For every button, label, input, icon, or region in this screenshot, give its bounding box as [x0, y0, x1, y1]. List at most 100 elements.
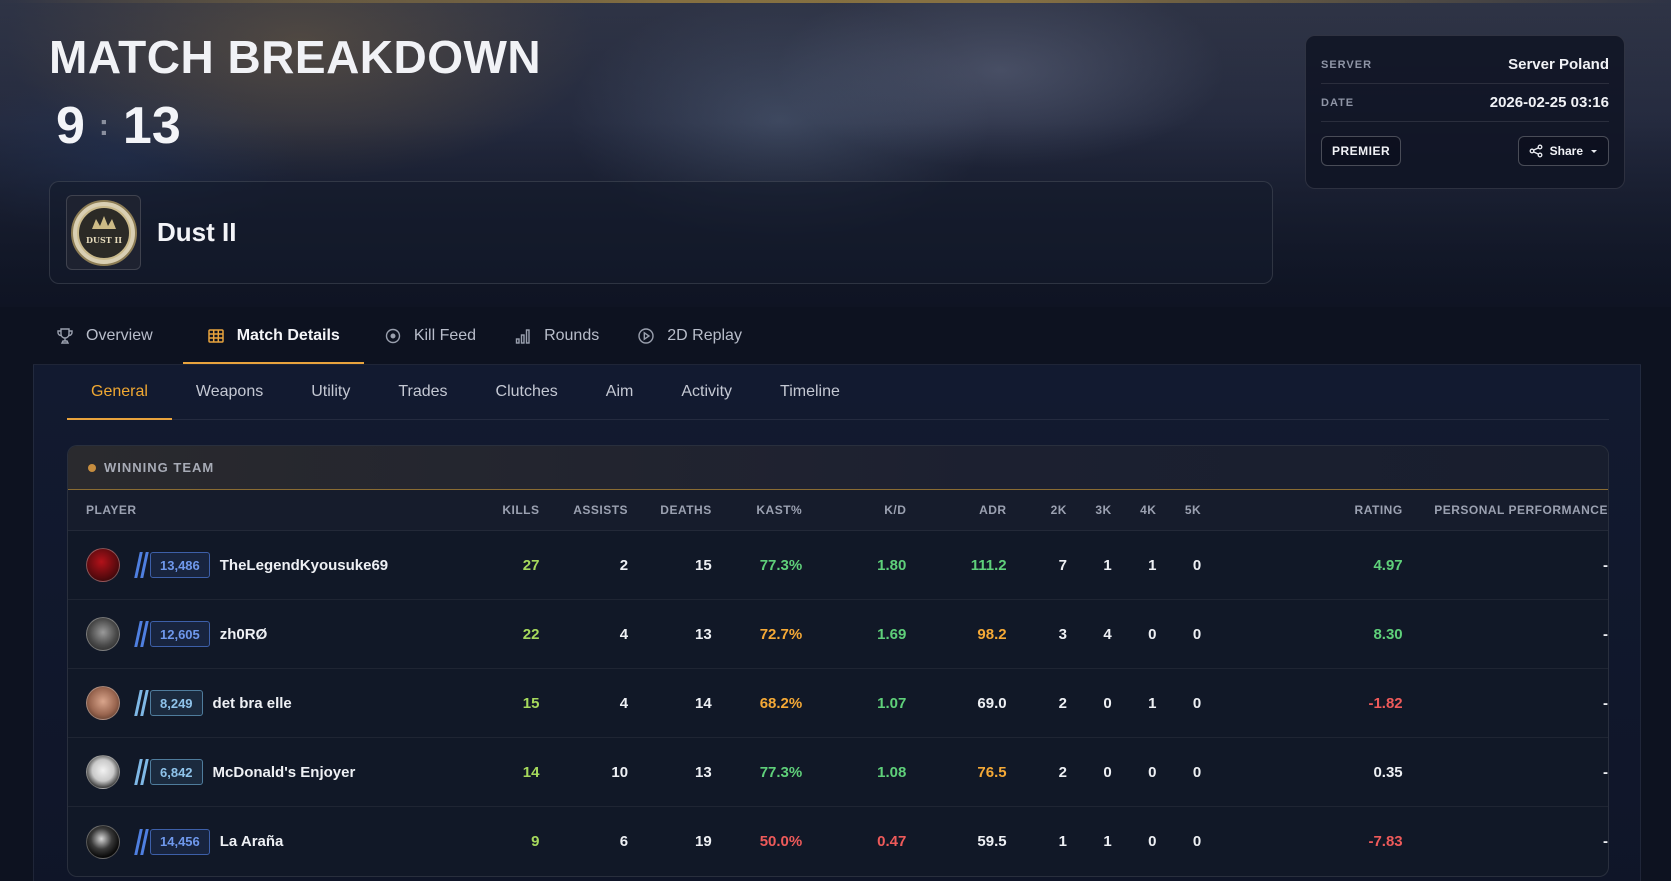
- 4k-cell: 0: [1148, 763, 1157, 781]
- header-player[interactable]: PLAYER: [68, 503, 456, 517]
- player-name[interactable]: det bra elle: [213, 695, 292, 712]
- kast-cell: 50.0%: [759, 833, 803, 850]
- premier-mode-button[interactable]: PREMIER: [1321, 136, 1402, 166]
- 2k-cell: 3: [1058, 625, 1067, 643]
- header-adr[interactable]: ADR: [906, 503, 1006, 517]
- tab-match-details[interactable]: Match Details: [182, 307, 364, 364]
- player-name[interactable]: TheLegendKyousuke69: [220, 557, 388, 574]
- 5k-cell: 0: [1192, 833, 1202, 850]
- main-tabs: Overview Match Details Kill Feed Rounds …: [0, 307, 1671, 364]
- 4k-cell: 1: [1148, 694, 1157, 712]
- tab-kill-feed[interactable]: Kill Feed: [380, 307, 494, 364]
- kills-cell: 9: [531, 833, 540, 850]
- avatar[interactable]: [86, 824, 120, 859]
- adr-cell: 111.2: [970, 556, 1007, 574]
- 2k-cell: 1: [1058, 833, 1067, 850]
- map-name: Dust II: [157, 217, 237, 247]
- assists-cell: 6: [619, 833, 629, 850]
- header-rating[interactable]: RATING: [1201, 503, 1403, 517]
- kd-cell: 1.08: [877, 763, 907, 781]
- kd-cell: 1.07: [877, 694, 907, 712]
- team-title: WINNING TEAM: [104, 460, 215, 475]
- rating-cell: 4.97: [1373, 556, 1403, 574]
- 5k-cell: 0: [1192, 625, 1202, 643]
- avatar[interactable]: [86, 617, 120, 651]
- rank-badge: 8,249: [134, 690, 203, 716]
- 4k-cell: 1: [1148, 556, 1157, 574]
- header-4k[interactable]: 4K: [1112, 503, 1157, 517]
- 3k-cell: 0: [1103, 694, 1112, 712]
- table-row[interactable]: 8,249 det bra elle 15 4 14 68.2% 1.07 69…: [68, 669, 1608, 738]
- tab-rounds[interactable]: Rounds: [510, 307, 617, 364]
- kills-cell: 15: [522, 694, 540, 712]
- assists-cell: 4: [619, 694, 629, 712]
- subtab-timeline[interactable]: Timeline: [756, 365, 864, 419]
- score-separator: :: [98, 109, 109, 142]
- table-row[interactable]: 6,842 McDonald's Enjoyer 14 10 13 77.3% …: [68, 738, 1608, 807]
- header-assists[interactable]: ASSISTS: [539, 503, 628, 517]
- map-card: DUST II Dust II: [49, 181, 1273, 284]
- header-kast[interactable]: KAST%: [712, 503, 803, 517]
- subtab-utility[interactable]: Utility: [287, 365, 374, 419]
- header-deaths[interactable]: DEATHS: [628, 503, 712, 517]
- adr-cell: 98.2: [977, 625, 1007, 643]
- header-kills[interactable]: KILLS: [456, 503, 540, 517]
- 3k-cell: 1: [1103, 833, 1112, 850]
- avatar[interactable]: [86, 755, 120, 789]
- kd-cell: 1.69: [877, 625, 907, 643]
- kast-cell: 68.2%: [759, 694, 803, 712]
- 3k-cell: 4: [1103, 625, 1112, 643]
- match-info-card: SERVER Server Poland DATE 2026-02-25 03:…: [1305, 35, 1625, 189]
- subtab-general[interactable]: General: [67, 365, 172, 420]
- avatar[interactable]: [86, 548, 120, 582]
- header-kd[interactable]: K/D: [802, 503, 906, 517]
- deaths-cell: 13: [695, 625, 712, 643]
- score-right: 13: [122, 97, 181, 155]
- kast-cell: 77.3%: [759, 763, 803, 781]
- table-row[interactable]: 14,456 La Araña 9 6 19 50.0% 0.47 59.5 1…: [68, 807, 1608, 876]
- personal-performance-cell: -: [1602, 556, 1608, 574]
- match-details-panel: General Weapons Utility Trades Clutches …: [33, 364, 1641, 881]
- kills-cell: 14: [522, 763, 540, 781]
- rating-cell: 8.30: [1373, 625, 1403, 643]
- 2k-cell: 2: [1058, 763, 1067, 781]
- kd-cell: 1.80: [877, 556, 907, 574]
- header-5k[interactable]: 5K: [1156, 503, 1201, 517]
- player-name[interactable]: McDonald's Enjoyer: [213, 764, 356, 781]
- deaths-cell: 14: [695, 694, 712, 712]
- table-row[interactable]: 13,486 TheLegendKyousuke69 27 2 15 77.3%…: [68, 531, 1608, 600]
- table-row[interactable]: 12,605 zh0RØ 22 4 13 72.7% 1.69 98.2 3 4…: [68, 600, 1608, 669]
- subtab-clutches[interactable]: Clutches: [472, 365, 582, 419]
- tab-2d-replay[interactable]: 2D Replay: [633, 307, 760, 364]
- subtab-activity[interactable]: Activity: [657, 365, 756, 419]
- header-3k[interactable]: 3K: [1067, 503, 1112, 517]
- deaths-cell: 19: [695, 833, 712, 850]
- 4k-cell: 0: [1148, 625, 1157, 643]
- tab-kill-feed-label: Kill Feed: [413, 326, 477, 344]
- server-value: Server Poland: [1508, 56, 1609, 73]
- player-name[interactable]: La Araña: [220, 833, 284, 850]
- date-row: DATE 2026-02-25 03:16: [1321, 84, 1609, 122]
- target-icon: [385, 328, 401, 343]
- 2k-cell: 2: [1058, 694, 1067, 712]
- avatar[interactable]: [86, 686, 120, 720]
- rating-cell: -7.83: [1368, 833, 1403, 850]
- subtab-trades[interactable]: Trades: [374, 365, 471, 419]
- header-2k[interactable]: 2K: [1007, 503, 1067, 517]
- tab-2d-replay-label: 2D Replay: [667, 326, 742, 344]
- deaths-cell: 15: [695, 556, 712, 574]
- adr-cell: 69.0: [977, 694, 1007, 712]
- player-name[interactable]: zh0RØ: [220, 626, 268, 643]
- share-button[interactable]: Share: [1517, 136, 1609, 166]
- page-title: MATCH BREAKDOWN: [49, 31, 542, 83]
- tab-overview-label: Overview: [86, 326, 153, 344]
- subtab-aim[interactable]: Aim: [582, 365, 658, 419]
- kills-cell: 27: [522, 556, 540, 574]
- personal-performance-cell: -: [1602, 694, 1608, 712]
- rating-cell: -1.82: [1368, 694, 1403, 712]
- subtab-weapons[interactable]: Weapons: [172, 365, 287, 419]
- kd-cell: 0.47: [877, 833, 907, 850]
- tab-overview[interactable]: Overview: [52, 307, 171, 364]
- share-button-label: Share: [1549, 144, 1583, 158]
- 4k-cell: 0: [1148, 833, 1157, 850]
